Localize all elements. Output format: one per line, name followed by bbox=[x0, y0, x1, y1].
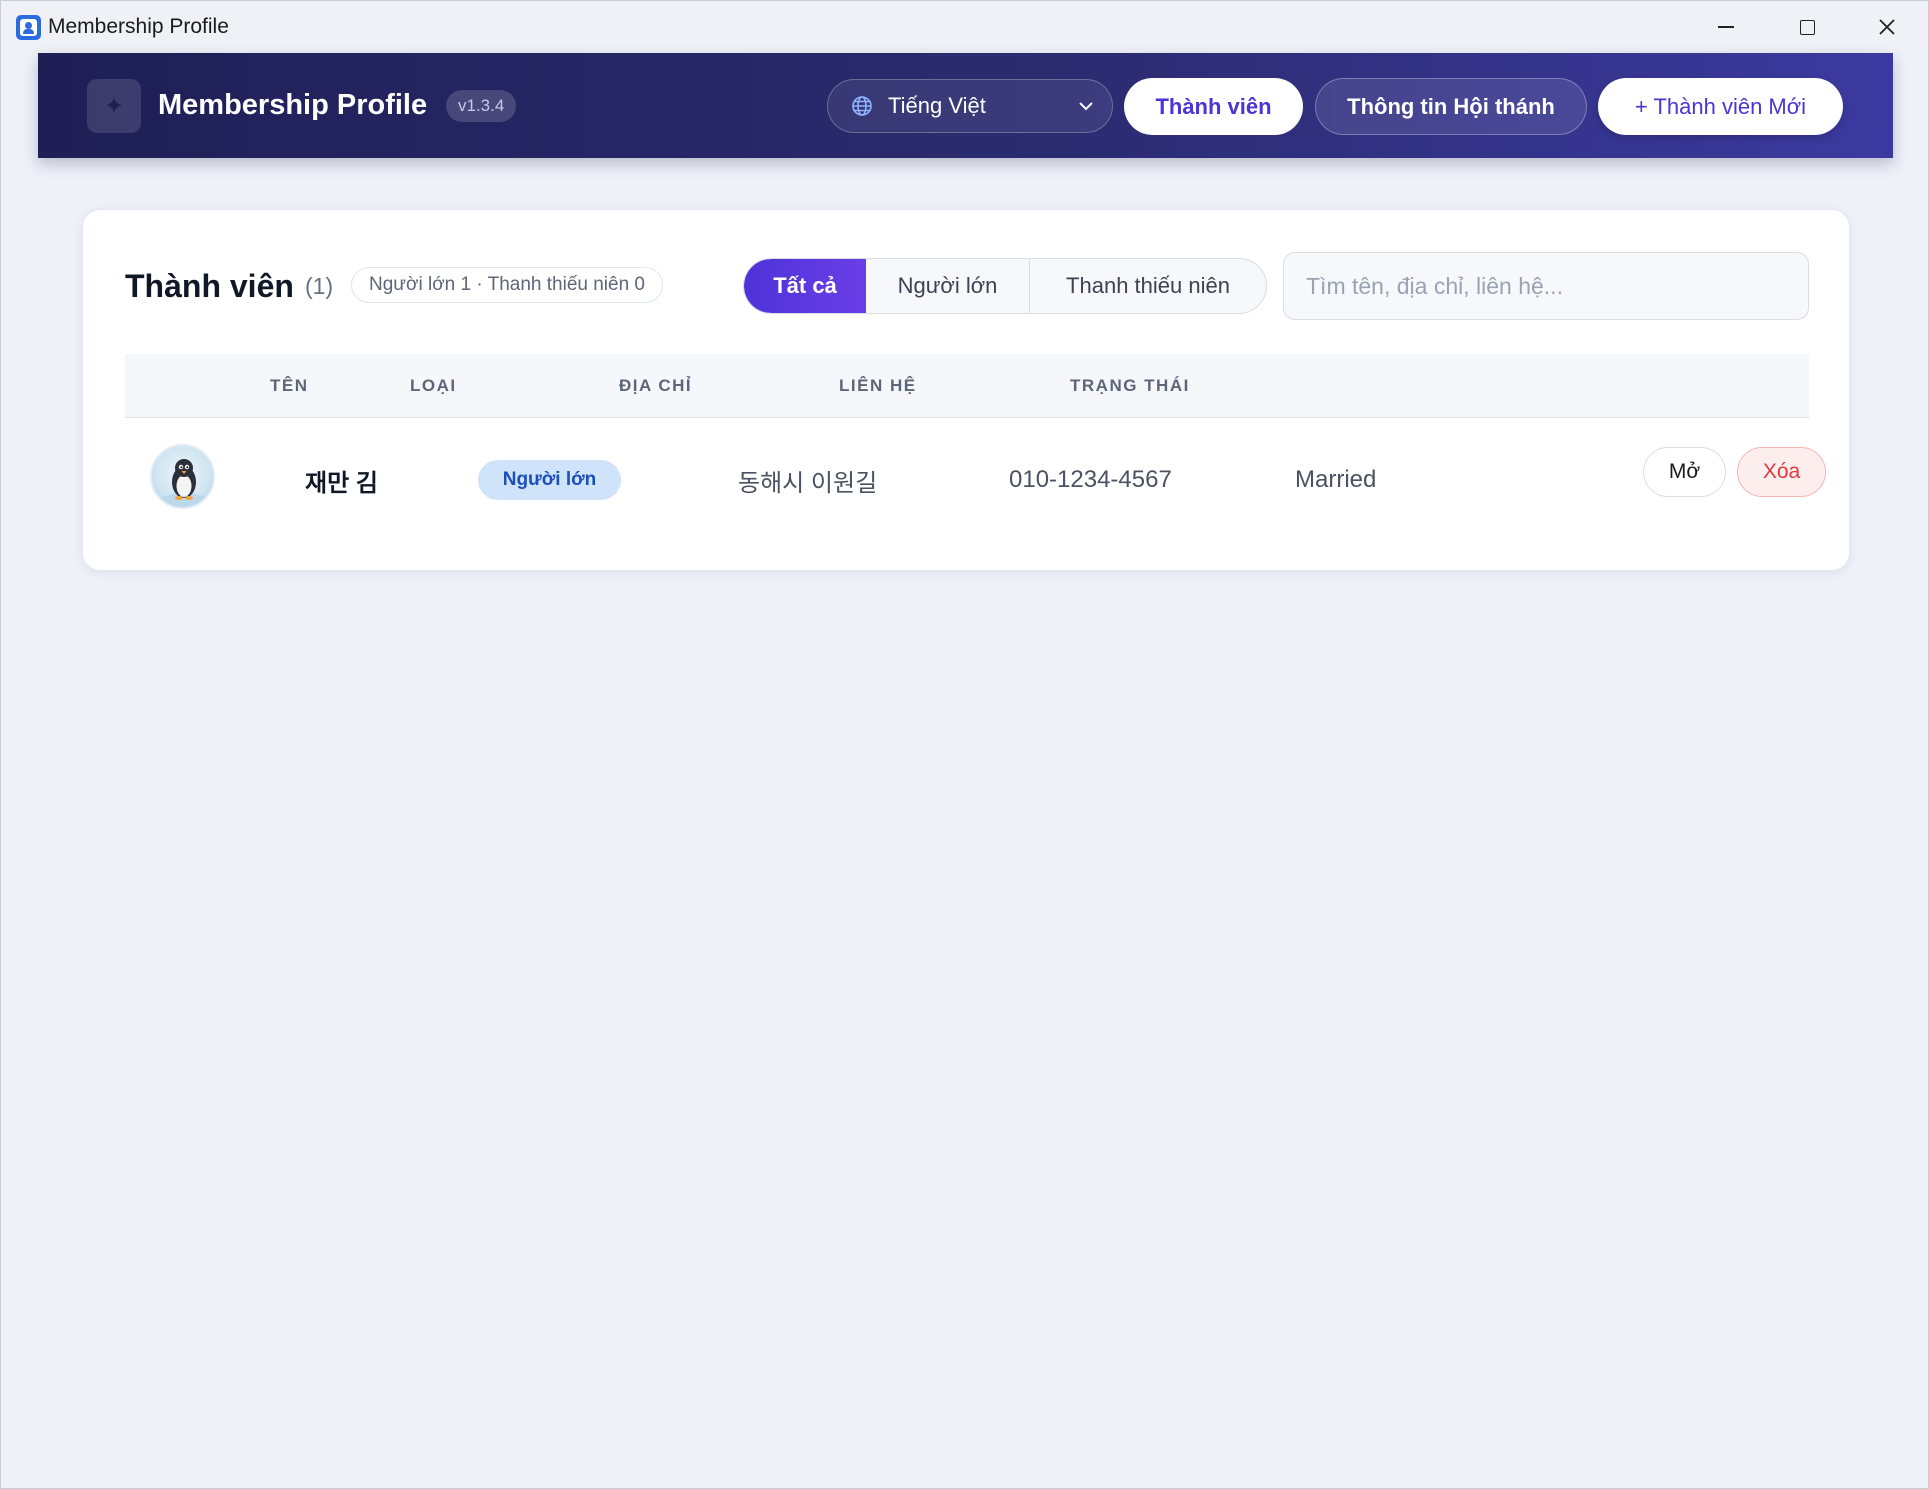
member-contact: 010-1234-4567 bbox=[1009, 466, 1172, 493]
app-brand: Membership Profile bbox=[158, 89, 428, 121]
maximize-button[interactable] bbox=[1767, 1, 1847, 53]
column-contact: LIÊN HỆ bbox=[839, 376, 917, 395]
table-row[interactable]: 재만 김 Người lớn 동해시 이원길 010-1234-4567 Mar… bbox=[125, 420, 1826, 530]
column-name: TÊN bbox=[270, 376, 309, 395]
chevron-down-icon bbox=[1079, 102, 1093, 111]
maximize-icon bbox=[1799, 19, 1815, 35]
title-bar: Membership Profile bbox=[1, 1, 1928, 53]
page-title: Thành viên bbox=[125, 268, 294, 304]
globe-icon bbox=[850, 94, 874, 118]
app-window: Membership Profile ✦ Membership Profile … bbox=[0, 0, 1929, 1489]
close-icon bbox=[1879, 19, 1895, 35]
minimize-button[interactable] bbox=[1686, 1, 1766, 53]
member-address: 동해시 이원길 bbox=[738, 470, 878, 497]
app-header: ✦ Membership Profile v1.3.4 Tiếng Việt T… bbox=[38, 53, 1893, 158]
avatar bbox=[150, 444, 215, 509]
member-type-badge: Người lớn bbox=[478, 460, 621, 500]
delete-button[interactable]: Xóa bbox=[1737, 447, 1826, 497]
nav-church-info-button[interactable]: Thông tin Hội thánh bbox=[1315, 78, 1587, 135]
version-badge: v1.3.4 bbox=[446, 90, 517, 122]
window-title: Membership Profile bbox=[48, 15, 229, 38]
nav-members-button[interactable]: Thành viên bbox=[1124, 78, 1303, 135]
member-count: (1) bbox=[305, 273, 334, 299]
language-select[interactable]: Tiếng Việt bbox=[827, 79, 1113, 133]
open-button[interactable]: Mở bbox=[1643, 447, 1726, 497]
search-input[interactable] bbox=[1283, 252, 1809, 320]
sparkle-icon: ✦ bbox=[87, 79, 141, 133]
members-card: Thành viên (1) Người lớn 1 · Thanh thiếu… bbox=[82, 209, 1850, 571]
member-name: 재만 김 bbox=[305, 470, 378, 497]
add-member-button[interactable]: + Thành viên Mới bbox=[1598, 78, 1843, 135]
filter-all[interactable]: Tất cả bbox=[744, 259, 866, 313]
member-summary-badge: Người lớn 1 · Thanh thiếu niên 0 bbox=[351, 267, 664, 303]
column-address: ĐỊA CHỈ bbox=[619, 376, 693, 395]
filter-adult[interactable]: Người lớn bbox=[866, 259, 1030, 313]
filter-youth[interactable]: Thanh thiếu niên bbox=[1030, 259, 1266, 313]
language-label: Tiếng Việt bbox=[888, 93, 986, 118]
table-header: TÊN LOẠI ĐỊA CHỈ LIÊN HỆ TRẠNG THÁI bbox=[125, 354, 1809, 418]
minimize-icon bbox=[1718, 26, 1734, 28]
person-card-icon bbox=[16, 15, 41, 40]
column-status: TRẠNG THÁI bbox=[1070, 376, 1190, 395]
column-type: LOẠI bbox=[410, 376, 457, 395]
close-button[interactable] bbox=[1847, 1, 1927, 53]
member-status: Married bbox=[1295, 466, 1377, 493]
member-filter: Tất cả Người lớn Thanh thiếu niên bbox=[743, 258, 1267, 314]
